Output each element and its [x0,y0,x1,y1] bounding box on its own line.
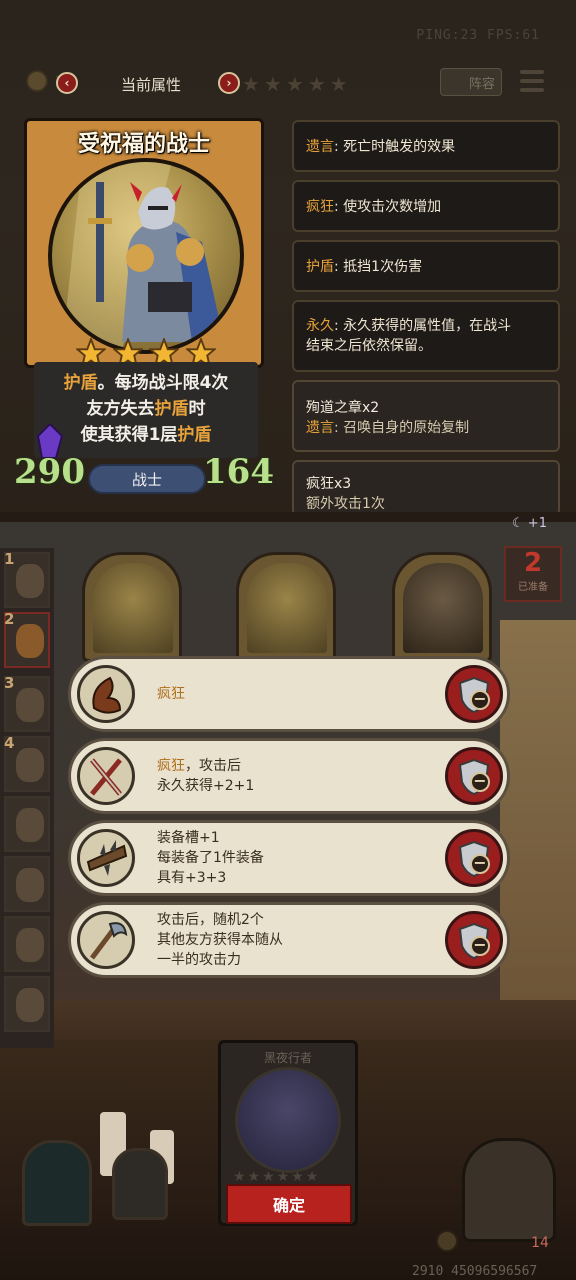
ping-fps-readout: PING:23 FPS:61 [416,28,540,43]
card-description: 护盾。每场战斗限4次 友方失去护盾时 使其获得1层护盾 [34,370,258,448]
divider [0,512,576,522]
equipment-text: 装备槽+1 每装备了1件装备 具有+3+3 [157,830,264,886]
minus-icon: − [470,936,490,956]
health-value: 164 [203,452,274,492]
keyword-frenzy: 疯狂: 使攻击次数增加 [292,180,560,232]
spiked-club-icon [77,829,135,887]
attack-value: 290 [14,452,85,492]
desc-line-3: 使其获得1层护盾 [80,425,212,445]
equipment-text: 疯狂 [157,686,185,702]
remove-equipment-button[interactable]: − [445,665,503,723]
keyword-permanent: 永久: 永久获得的属性值，在战斗 结束之后依然保留。 [292,300,560,372]
minus-icon: − [470,690,490,710]
hero-stars: ★★★★★★ [233,1169,321,1185]
ready-counter: 2 已准备 [504,546,562,602]
attribute-header: ‹ 当前属性 › [56,72,242,98]
lineup-slot-3[interactable]: 3 [4,674,50,732]
board-minion-3[interactable] [392,552,492,662]
equipment-text: 攻击后，随机2个 其他友方获得本随从 一半的攻击力 [157,912,283,968]
equipment-text: 疯狂，攻击后 永久获得+2+1 [157,758,255,794]
portal-icon[interactable] [22,1140,92,1226]
equipment-row-4[interactable]: 攻击后，随机2个 其他友方获得本随从 一半的攻击力 − [68,902,510,978]
header-title: 当前属性 [120,76,181,94]
remove-equipment-button[interactable]: − [445,829,503,887]
card-name: 受祝福的战士 [77,132,210,157]
moon-bonus: ☾ +1 [512,516,547,531]
desc-line-1: 护盾。每场战斗限4次 [63,373,229,393]
player-health: 14 [531,1235,549,1251]
gold-coin-icon [26,70,48,92]
seed-readout: 2910 45096596567 [412,1264,538,1279]
board-minion-1[interactable] [82,552,182,662]
axe-icon [77,911,135,969]
item-martyr-chapter: 殉道之章x2 遗言: 召唤自身的原始复制 [292,380,560,452]
confirm-button[interactable]: 确定 [226,1184,352,1224]
lineup-slot-7[interactable] [4,916,50,972]
lineup-slot-8[interactable] [4,976,50,1032]
background-window [500,620,576,1040]
lineup-slot-2[interactable]: 2 [4,610,50,668]
equipment-row-3[interactable]: 装备槽+1 每装备了1件装备 具有+3+3 − [68,820,510,896]
lineup-slot-5[interactable] [4,796,50,852]
remove-equipment-button[interactable]: − [445,747,503,805]
item-frenzy: 疯狂x3 额外攻击1次 [292,460,560,516]
lineup-slot-6[interactable] [4,856,50,912]
class-badge: 战士 [88,464,206,494]
menu-icon[interactable] [520,70,544,92]
crossed-blades-icon [77,747,135,805]
minus-icon: − [470,854,490,874]
coin-icon [436,1230,458,1252]
board-minion-2[interactable] [236,552,336,662]
horn-icon [77,665,135,723]
equipment-row-1[interactable]: 疯狂 − [68,656,510,732]
lineup-slot-4[interactable]: 4 [4,734,50,792]
player-avatar[interactable] [462,1138,556,1242]
keyword-deathrattle: 遗言: 死亡时触发的效果 [292,120,560,172]
hero-portrait [235,1067,341,1173]
desc-line-2: 友方失去护盾时 [86,399,206,419]
equipment-row-2[interactable]: 疯狂，攻击后 永久获得+2+1 − [68,738,510,814]
knight-portrait [48,158,244,354]
prev-arrow-button[interactable]: ‹ [56,72,78,94]
lineup-slot-1[interactable]: 1 [4,550,50,608]
hero-name: 黑夜行者 [263,1051,312,1065]
card-stats: 290 战士 164 [14,452,274,496]
minus-icon: − [470,772,490,792]
skull-stand-icon[interactable] [112,1148,168,1220]
lineup-button[interactable]: 阵容 [440,68,502,96]
tier-stars: ★★★★★ [242,72,352,96]
lineup-label: 阵容 [468,76,495,92]
keyword-shield: 护盾: 抵挡1次伤害 [292,240,560,292]
minion-card: 受祝福的战士 护盾。每场战斗限4次 友方失去护盾时 使其获得1层护盾 290 战… [14,118,274,502]
remove-equipment-button[interactable]: − [445,911,503,969]
next-arrow-button[interactable]: › [218,72,240,94]
